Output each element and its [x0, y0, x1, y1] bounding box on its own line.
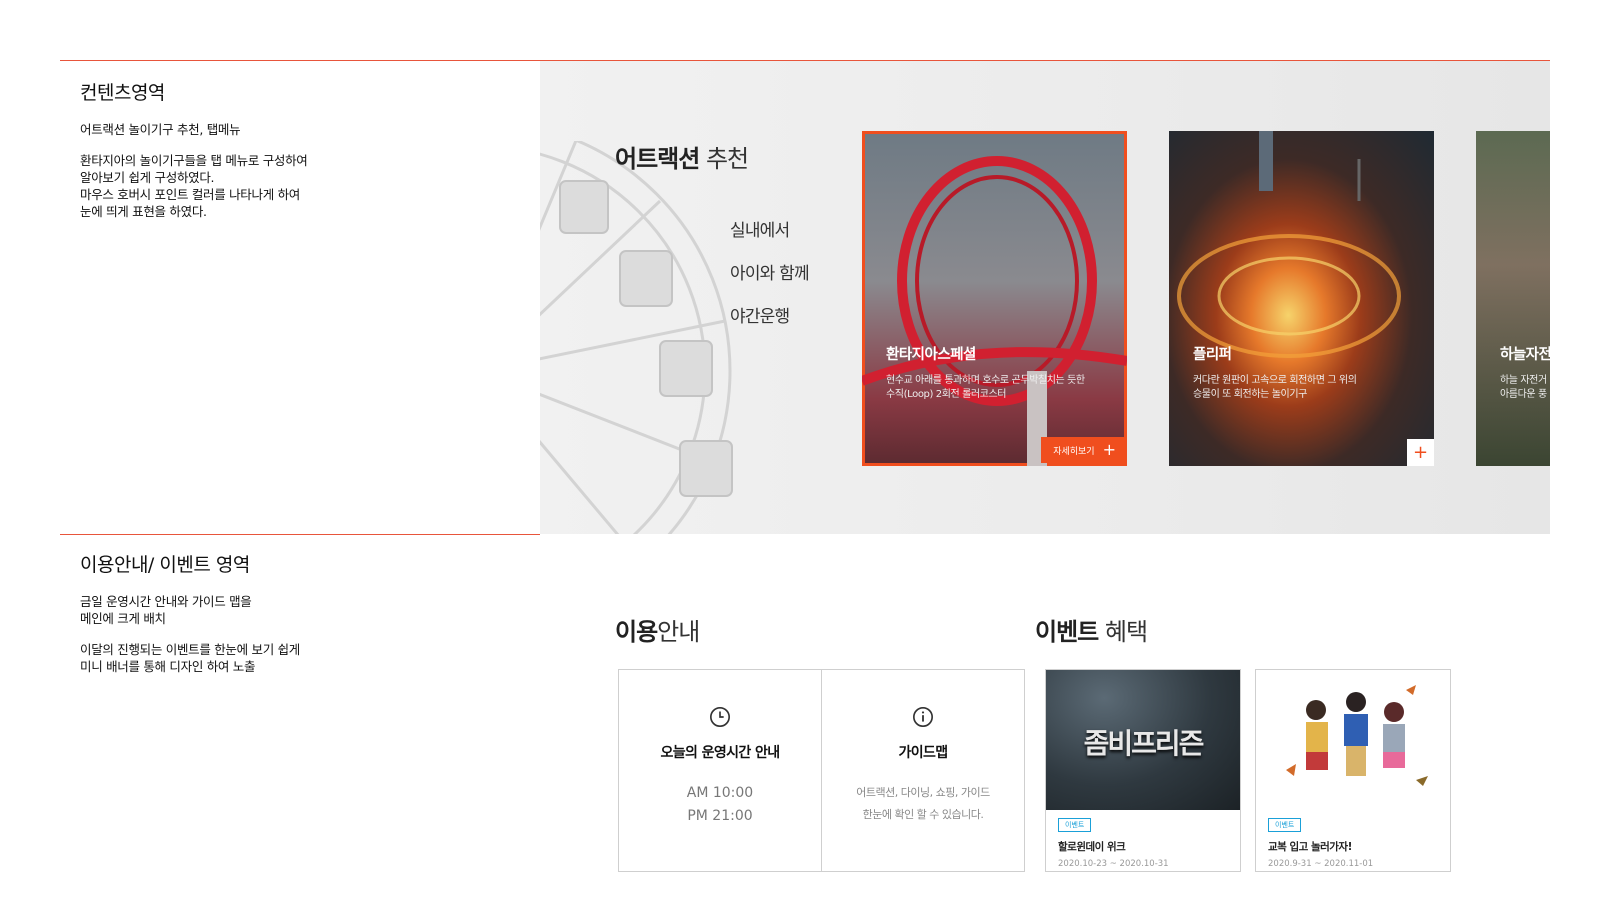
- attraction-card-sky-bicycle[interactable]: 하늘자전거 하늘 자전거 아름다운 풍: [1476, 131, 1550, 466]
- event-name: 교복 입고 놀러가자!: [1268, 841, 1352, 853]
- note-content-area: 컨텐츠영역 어트랙션 놀이기구 추천, 탭메뉴 환타지아의 놀이기구들을 탭 메…: [80, 78, 500, 234]
- more-label: 자세히보기: [1053, 446, 1095, 457]
- note-info-area: 이용안내/ 이벤트 영역 금일 운영시간 안내와 가이드 맵을 메인에 크게 배…: [80, 550, 500, 689]
- note-subtitle: 어트랙션 놀이기구 추천, 탭메뉴: [80, 122, 241, 137]
- event-banner-image: 좀비프리즌: [1046, 670, 1240, 810]
- clock-icon: [710, 707, 730, 727]
- attraction-tabs: 실내에서 아이와 함께 야간운행: [730, 216, 810, 345]
- attraction-card-fantasia-special[interactable]: 환타지아스페셜 현수교 아래를 통과하며 호수로 곤두박칠치는 듯한 수직(Lo…: [862, 131, 1127, 466]
- card-text: 하늘자전거 하늘 자전거 아름다운 풍: [1500, 343, 1550, 402]
- guide-desc: 한눈에 확인 할 수 있습니다.: [862, 808, 984, 821]
- note-desc: 이달의 진행되는 이벤트를 한눈에 보기 쉽게 미니 배너를 통해 디자인 하여…: [80, 642, 300, 674]
- hours-title: 오늘의 운영시간 안내: [660, 745, 780, 761]
- rollercoaster-photo: [862, 156, 1127, 466]
- card-name: 플리퍼: [1193, 347, 1232, 363]
- event-badge: 이벤트: [1268, 818, 1302, 832]
- card-desc: 하늘 자전거 아름다운 풍: [1500, 375, 1547, 400]
- close-time: PM 21:00: [687, 808, 753, 824]
- note-desc: 환타지아의 놀이기구들을 탭 메뉴로 구성하여 알아보기 쉽게 구성하였다.: [80, 153, 308, 185]
- event-date: 2020.10-23 ~ 2020.10-31: [1058, 859, 1169, 869]
- card-text: 플리퍼 커다란 원판이 고속으로 회전하면 그 위의 승물이 또 회전하는 놀이…: [1193, 343, 1357, 402]
- plus-icon[interactable]: +: [1407, 439, 1434, 466]
- card-desc: 커다란 원판이 고속으로 회전하면 그 위의 승물이 또 회전하는 놀이기구: [1193, 375, 1357, 400]
- info-title: 이용안내: [615, 618, 700, 646]
- note-desc: 마우스 호버시 포인트 컬러를 나타나게 하여 눈에 띄게 표현을 하였다.: [80, 187, 300, 219]
- attraction-card-flipper[interactable]: 플리퍼 커다란 원판이 고속으로 회전하면 그 위의 승물이 또 회전하는 놀이…: [1169, 131, 1434, 466]
- tab-with-kids[interactable]: 아이와 함께: [730, 259, 810, 284]
- card-text: 환타지아스페셜 현수교 아래를 통과하며 호수로 곤두박칠치는 듯한 수직(Lo…: [886, 343, 1085, 402]
- event-title: 이벤트 혜택: [1035, 618, 1148, 646]
- event-card-uniform[interactable]: 이벤트 교복 입고 놀러가자! 2020.9-31 ~ 2020.11-01: [1255, 669, 1451, 872]
- note-title: 컨텐츠영역: [80, 82, 165, 104]
- banner-text: 좀비프리즌: [1083, 727, 1205, 760]
- note-title: 이용안내/ 이벤트 영역: [80, 554, 250, 576]
- event-banner-image: [1256, 670, 1450, 810]
- info-event-section: 이용안내 이벤트 혜택 오늘의 운영시간 안내 AM 10:00 PM 21:0…: [540, 534, 1550, 900]
- card-desc: 현수교 아래를 통과하며 호수로 곤두박칠치는 듯한 수직(Loop) 2회전 …: [886, 375, 1085, 400]
- flipper-photo: [1177, 131, 1401, 358]
- plus-icon: +: [1102, 440, 1116, 459]
- event-card-halloween[interactable]: 좀비프리즌 이벤트 할로윈데이 위크 2020.10-23 ~ 2020.10-…: [1045, 669, 1241, 872]
- attraction-section: 어트랙션 추천 실내에서 아이와 함께 야간운행 환타지아스페셜 현수교 아래를…: [540, 61, 1550, 534]
- guide-title: 가이드맵: [898, 745, 948, 761]
- event-name: 할로윈데이 위크: [1058, 841, 1126, 853]
- tab-night[interactable]: 야간운행: [730, 302, 809, 327]
- card-name: 환타지아스페셜: [886, 347, 976, 363]
- guide-map-panel[interactable]: 가이드맵 어트랙션, 다이닝, 쇼핑, 가이드 한눈에 확인 할 수 있습니다.: [821, 670, 1024, 871]
- attraction-title: 어트랙션 추천: [615, 145, 749, 173]
- info-icon: [913, 707, 933, 727]
- guide-box: 오늘의 운영시간 안내 AM 10:00 PM 21:00 가이드맵 어트랙션,…: [618, 669, 1025, 872]
- event-date: 2020.9-31 ~ 2020.11-01: [1268, 859, 1374, 869]
- design-spec-page: 컨텐츠영역 어트랙션 놀이기구 추천, 탭메뉴 환타지아의 놀이기구들을 탭 메…: [0, 0, 1600, 900]
- tab-indoor[interactable]: 실내에서: [730, 216, 809, 241]
- card-name: 하늘자전거: [1500, 347, 1550, 363]
- guide-desc: 어트랙션, 다이닝, 쇼핑, 가이드: [856, 786, 990, 799]
- open-time: AM 10:00: [686, 785, 754, 801]
- students-illustration: [1286, 685, 1428, 786]
- hours-panel[interactable]: 오늘의 운영시간 안내 AM 10:00 PM 21:00: [619, 670, 821, 871]
- note-desc: 금일 운영시간 안내와 가이드 맵을 메인에 크게 배치: [80, 594, 252, 626]
- more-button[interactable]: 자세히보기 +: [1041, 437, 1124, 463]
- event-badge: 이벤트: [1058, 818, 1092, 832]
